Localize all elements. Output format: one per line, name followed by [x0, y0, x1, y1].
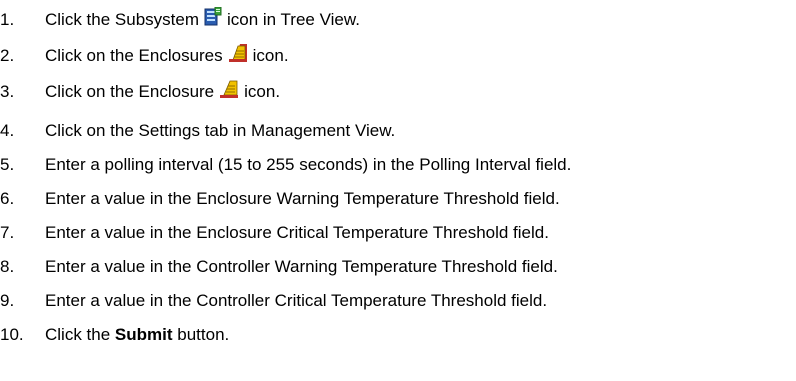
- step-number: 8.: [0, 257, 15, 276]
- step-number: 9.: [0, 291, 15, 310]
- step-text: Enter a value in the Enclosure Critical …: [45, 223, 549, 242]
- step-text: Enter a polling interval (15 to 255 seco…: [45, 155, 572, 174]
- enclosure-icon: [219, 80, 239, 103]
- step-text: Click on the Enclosures icon.: [45, 43, 289, 68]
- step-number: 5.: [0, 155, 15, 174]
- step-text-after: icon.: [244, 82, 281, 101]
- step-text-before: Click the: [45, 325, 111, 344]
- step-text-after: icon.: [252, 46, 289, 65]
- submit-label: Submit: [114, 325, 173, 344]
- step-text: Click on the Enclosure icon.: [45, 80, 281, 104]
- step-text: Enter a value in the Controller Warning …: [45, 257, 558, 276]
- step-text: Click on the Settings tab in Management …: [45, 121, 396, 140]
- step-text: Enter a value in the Controller Critical…: [45, 291, 548, 310]
- step-number: 6.: [0, 189, 15, 208]
- step-text: Click the Subsystem icon in Tree View.: [45, 6, 360, 33]
- enclosures-icon: [228, 43, 248, 67]
- step-text-before: Click the Subsystem: [45, 10, 199, 29]
- step-number: 2.: [0, 46, 15, 65]
- step-text-after: icon in Tree View.: [227, 10, 360, 29]
- step-number: 4.: [0, 121, 15, 140]
- step-number: 7.: [0, 223, 15, 242]
- step-number: 1.: [0, 10, 15, 29]
- step-text-before: Click on the Enclosures: [45, 46, 223, 65]
- step-number: 3.: [0, 82, 15, 101]
- step-number: 10.: [0, 325, 24, 344]
- step-text-after: button.: [177, 325, 230, 344]
- step-text: Click the Submit button.: [45, 325, 229, 345]
- step-text: Enter a value in the Enclosure Warning T…: [45, 189, 560, 208]
- step-text-before: Click on the Enclosure: [45, 82, 215, 101]
- instruction-list: 1. Click the Subsystem icon in Tree View…: [0, 0, 796, 381]
- subsystem-icon: [204, 6, 222, 32]
